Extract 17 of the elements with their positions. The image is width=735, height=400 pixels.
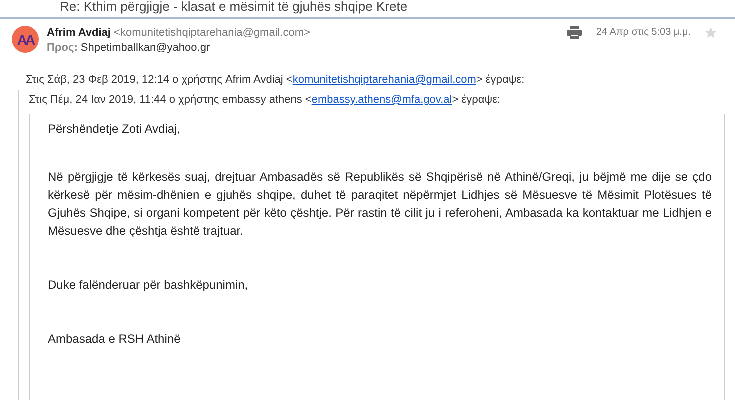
- message-date: 24 Απρ στις 5:03 μ.μ.: [596, 27, 691, 38]
- sender-email: <komunitetishqiptarehania@gmail.com>: [114, 27, 310, 39]
- email-link[interactable]: komunitetishqiptarehania@gmail.com: [292, 74, 476, 86]
- body-paragraph: Duke falënderuar për bashkëpunimin,: [48, 277, 250, 294]
- body-paragraph: Ambasada e RSH Athinë: [48, 331, 182, 348]
- quote-header: Στις Πέμ, 24 Ιαν 2019, 11:44 ο χρήστης embassy athens <embassy.athens@mfa.gov.al> έγραψε:: [29, 93, 502, 106]
- email-subject: Re: Kthim përgjigje - klasat e mësimit të gjuhës shqipe Krete: [60, 0, 409, 14]
- quote-header: Στις Σάβ, 23 Φεβ 2019, 12:14 ο χρήστης Afrim Avdiaj <komunitetishqiptarehania@gmail.com> έγραψε:: [26, 74, 526, 86]
- star-icon[interactable]: [705, 26, 717, 38]
- sender-avatar: AA: [12, 26, 39, 53]
- sender-name: Afrim Avdiaj: [47, 27, 111, 39]
- recipient-email: Shpetimballkan@yahoo.gr: [80, 42, 210, 54]
- recipient-label: Προς:: [47, 42, 78, 54]
- body-paragraph: Përshëndetje Zoti Avdiaj,: [48, 121, 182, 138]
- email-link[interactable]: embassy.athens@mfa.gov.al: [312, 94, 452, 106]
- body-paragraph: Në përgjigje të kërkesës suaj, drejtuar Ambasadës së Republikës së Shqipërisë në Athinë/Greqi, ju bëjmë me dije se çdo kërkesë për mësim-dhënien e gjuhës shqipe, duhet të paraqitet nëpërmjet Lidhjes së Mësuesve të Mësimit Plotësues të Gjuhës Shqipe, si organi kompetent për këto çështje. Për rastin të cilit ju i referoheni, Ambasada ka kontaktuar me Lidhjen e Mësuesve dhe çështja është trajtuar.: [48, 169, 712, 240]
- print-icon[interactable]: [567, 26, 582, 39]
